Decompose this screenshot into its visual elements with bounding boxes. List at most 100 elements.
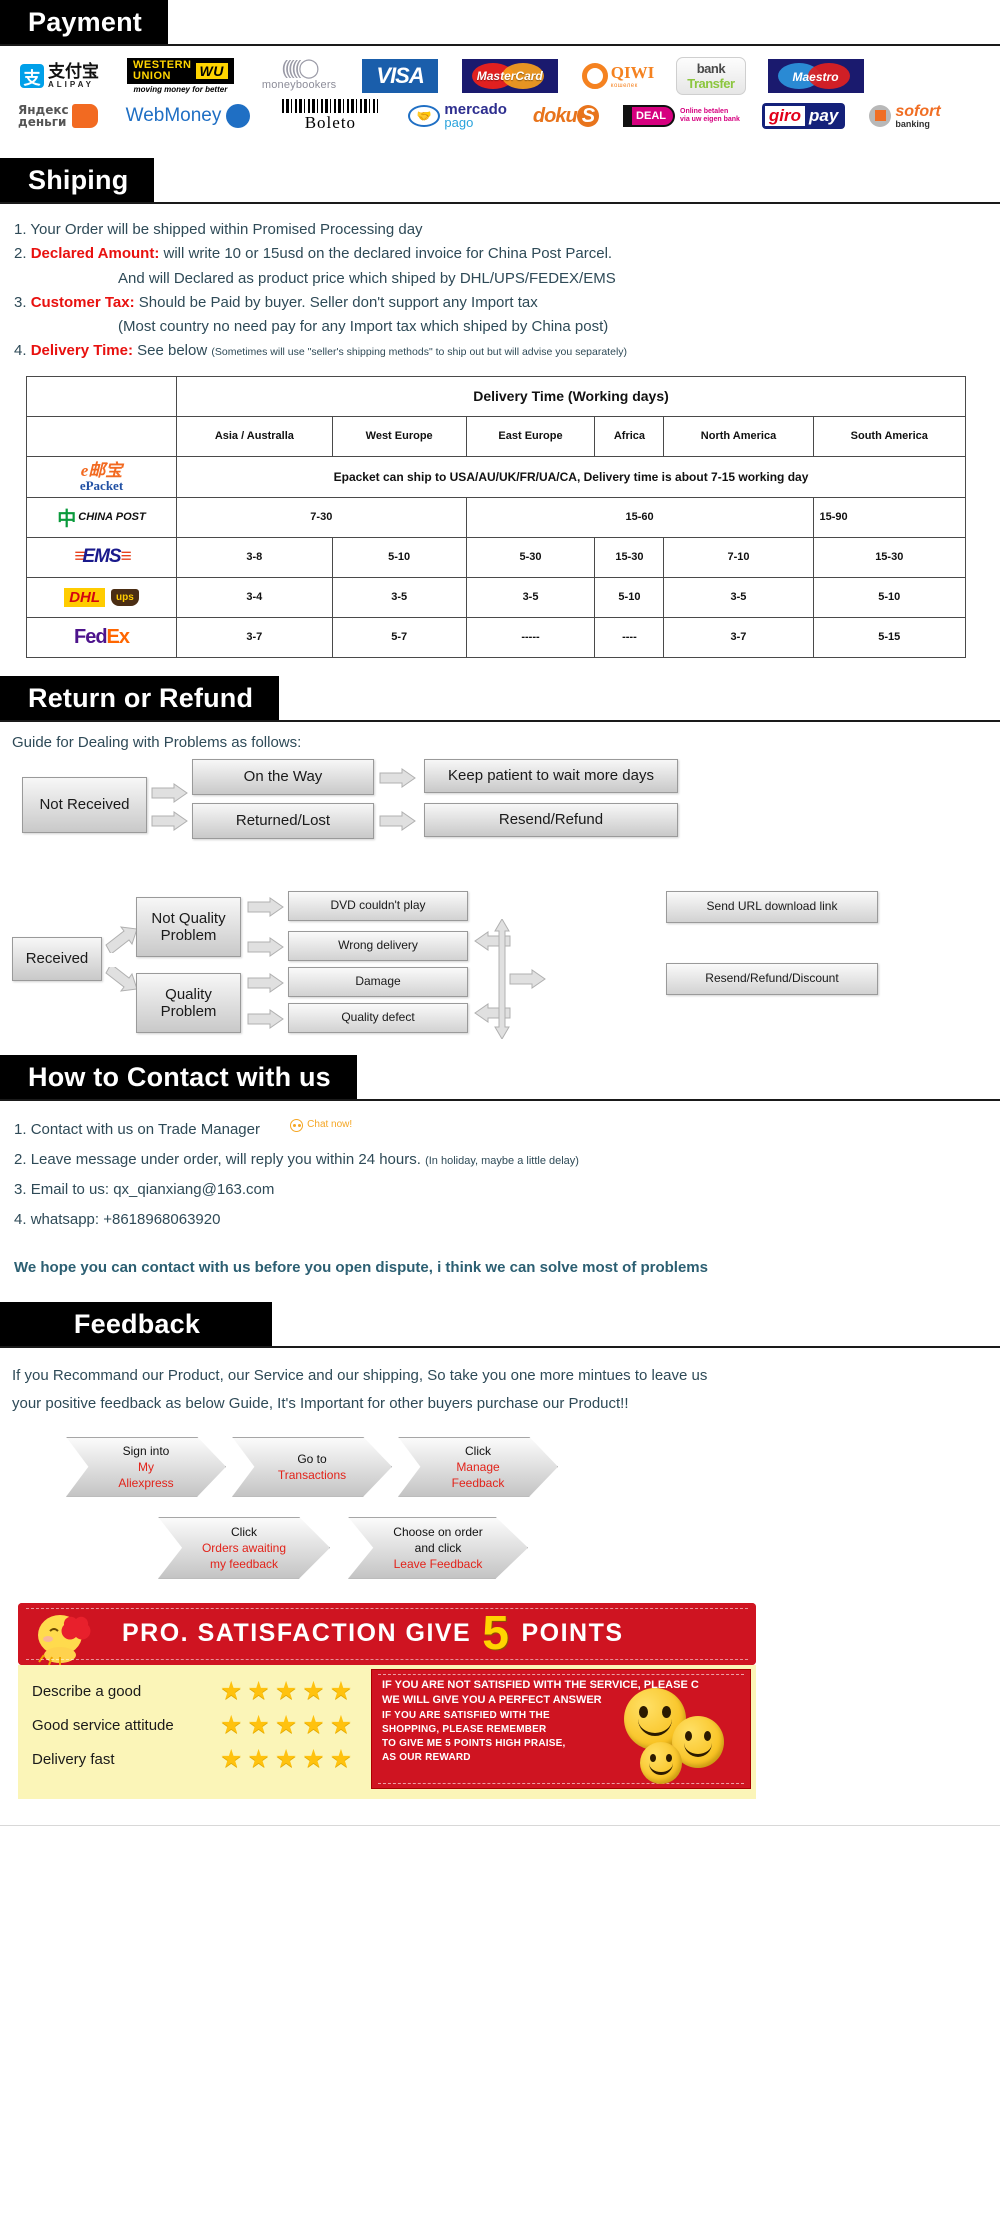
feedback-intro-line1: If you Recommand our Product, our Servic… [12,1366,708,1384]
sofort-line2: banking [895,118,930,129]
flow-arrow [246,936,286,957]
star-icon: ★ [220,1711,243,1740]
carrier-ems-icon: ≡EMS≡ [26,536,177,578]
flow-node-dvd-couldnt-play: DVD couldn't play [288,890,468,921]
list-text: And will Declared as product price which… [118,269,616,287]
star-icon: ★ [274,1677,298,1706]
alipay-icon: 支 支付宝 ALIPAY [20,59,99,93]
banner-big-number: 5 [482,1606,511,1660]
header-rule [0,1345,1000,1348]
maestro-icon: Maestro [767,59,864,93]
flow-node-quality-problem: Quality Problem [136,972,241,1033]
table-row: Asia / Australla West Europe East Europe… [26,415,967,457]
step-line1: Click [465,1443,491,1458]
table-cell: 5-7 [331,616,467,658]
bank-transfer-line1: bank [696,61,726,76]
banner-text-after: POINTS [521,1619,624,1648]
sofort-icon: sofort banking [869,99,941,133]
star-icon: ★ [329,1745,353,1774]
list-text: will write 10 or 15usd on the declared i… [163,245,613,263]
webmoney-dot [226,104,251,128]
flow-node-received: Received [12,936,102,981]
section-title-contact: How to Contact with us [0,1054,357,1100]
shipping-note-2: 2. Declared Amount: will write 10 or 15u… [14,242,986,266]
shipping-note-4: 4. Delivery Time: See below (Sometimes w… [14,339,986,363]
rating-label: Good service attitude [32,1717,174,1735]
table-cell: 3-7 [176,616,333,658]
table-row: Delivery Time (Working days) [26,375,966,417]
feedback-intro-line2: your positive feedback as below Guide, I… [12,1395,629,1413]
qiwi-label: QIWI [610,63,655,82]
return-guide-text: Guide for Dealing with Problems as follo… [12,733,302,751]
boleto-label: Boleto [304,113,357,132]
handshake-icon: 🤝 [408,105,441,127]
contact-item-leave-message: 2. Leave message under order, will reply… [14,1145,986,1175]
list-number: 3. [14,293,27,311]
star-icon: ★ [329,1677,353,1706]
list-text: whatsapp: +8618968063920 [30,1210,221,1228]
qiwi-circle [581,63,608,89]
list-text: (Most country no need pay for any Import… [118,318,609,336]
feedback-step-go-to-transactions: Go to Transactions [232,1436,392,1497]
list-number: 1. [14,1120,27,1138]
list-label: Declared Amount: [30,245,160,263]
step-line2: Transactions [277,1467,347,1482]
section-header-return: Return or Refund [0,675,1000,724]
table-cell: 15-30 [594,536,665,578]
table-header-span: Delivery Time (Working days) [176,375,966,417]
shipping-note-1: 1. Your Order will be shipped within Pro… [14,218,986,242]
chat-now-button[interactable]: Chat now! [290,1115,352,1135]
rating-area: Describe a good ★ ★ ★ ★ ★ Good service a… [18,1664,756,1799]
star-icon: ★ [220,1745,243,1774]
header-rule [0,202,1000,204]
wu-tagline: moving money for better [133,85,228,95]
moneybookers-label: moneybookers [261,78,337,91]
table-col-header: South America [812,415,967,457]
header-rule [0,44,1000,46]
flow-arrow [378,810,418,831]
carrier-dhl-ups-icon: DHL ups [26,576,177,618]
doku-icon: doku S [533,99,600,133]
feedback-steps: Sign into My Aliexpress Go to Transactio… [0,1433,1000,1589]
flow-arrow [378,767,418,788]
node-line2: Problem [160,926,217,944]
table-cell: 5-15 [812,616,967,658]
table-cell: 15-60 [465,496,814,538]
table-row-fedex: FedEx 3-7 5-7 ----- ---- 3-7 5-15 [26,616,967,658]
step-line1: Sign into [122,1443,170,1458]
flow-node-returned-lost: Returned/Lost [192,802,374,839]
bank-transfer-line2: Transfer [687,76,735,91]
mercado-line2: pago [444,114,474,130]
banner-text-before: PRO. SATISFACTION GIVE [122,1619,472,1648]
flow-node-send-url-download-link: Send URL download link [666,890,878,923]
step-line3: Feedback [451,1475,505,1490]
flow-node-quality-defect: Quality defect [288,1002,468,1033]
table-cell: 7-30 [176,496,467,538]
table-cell: 5-10 [331,536,467,578]
table-col-header: East Europe [465,415,596,457]
payment-row-1: 支 支付宝 ALIPAY WESTERN UNION WU moving mon… [6,56,994,96]
feedback-step-orders-awaiting: Click Orders awaiting my feedback [158,1516,330,1579]
table-cell: 5-10 [812,576,967,618]
table-row-ems: ≡EMS≡ 3-8 5-10 5-30 15-30 7-10 15-30 [26,536,967,578]
node-line1: Not Quality [151,909,226,927]
shipping-note-2b: And will Declared as product price which… [14,267,986,291]
list-number: 2. [14,1150,27,1168]
list-text: Should be Paid by buyer. Seller don't su… [138,293,538,311]
table-cell: 3-8 [176,536,333,578]
shipping-note-3: 3. Customer Tax: Should be Paid by buyer… [14,291,986,315]
table-col-header: Africa [594,415,665,457]
banner-red-bar: PRO. SATISFACTION GIVE 5 POINTS [18,1602,756,1683]
wu-line2: UNION [133,70,171,82]
wu-badge: WU [195,62,228,80]
bank-transfer-icon: bank Transfer [676,57,746,95]
step-line2: My [138,1459,154,1474]
list-note: (In holiday, maybe a little delay) [425,1154,579,1167]
table-cell-empty [26,375,177,417]
qiwi-icon: QIWI кошелек [581,59,655,93]
table-row-chinapost: 中 CHINA POST 7-30 15-60 15-90 [26,496,967,538]
flow-node-keep-patient: Keep patient to wait more days [424,758,678,793]
delivery-time-table: Delivery Time (Working days) Asia / Aust… [26,375,967,658]
table-cell: 5-10 [594,576,665,618]
chinapost-label: CHINA POST [78,511,146,524]
